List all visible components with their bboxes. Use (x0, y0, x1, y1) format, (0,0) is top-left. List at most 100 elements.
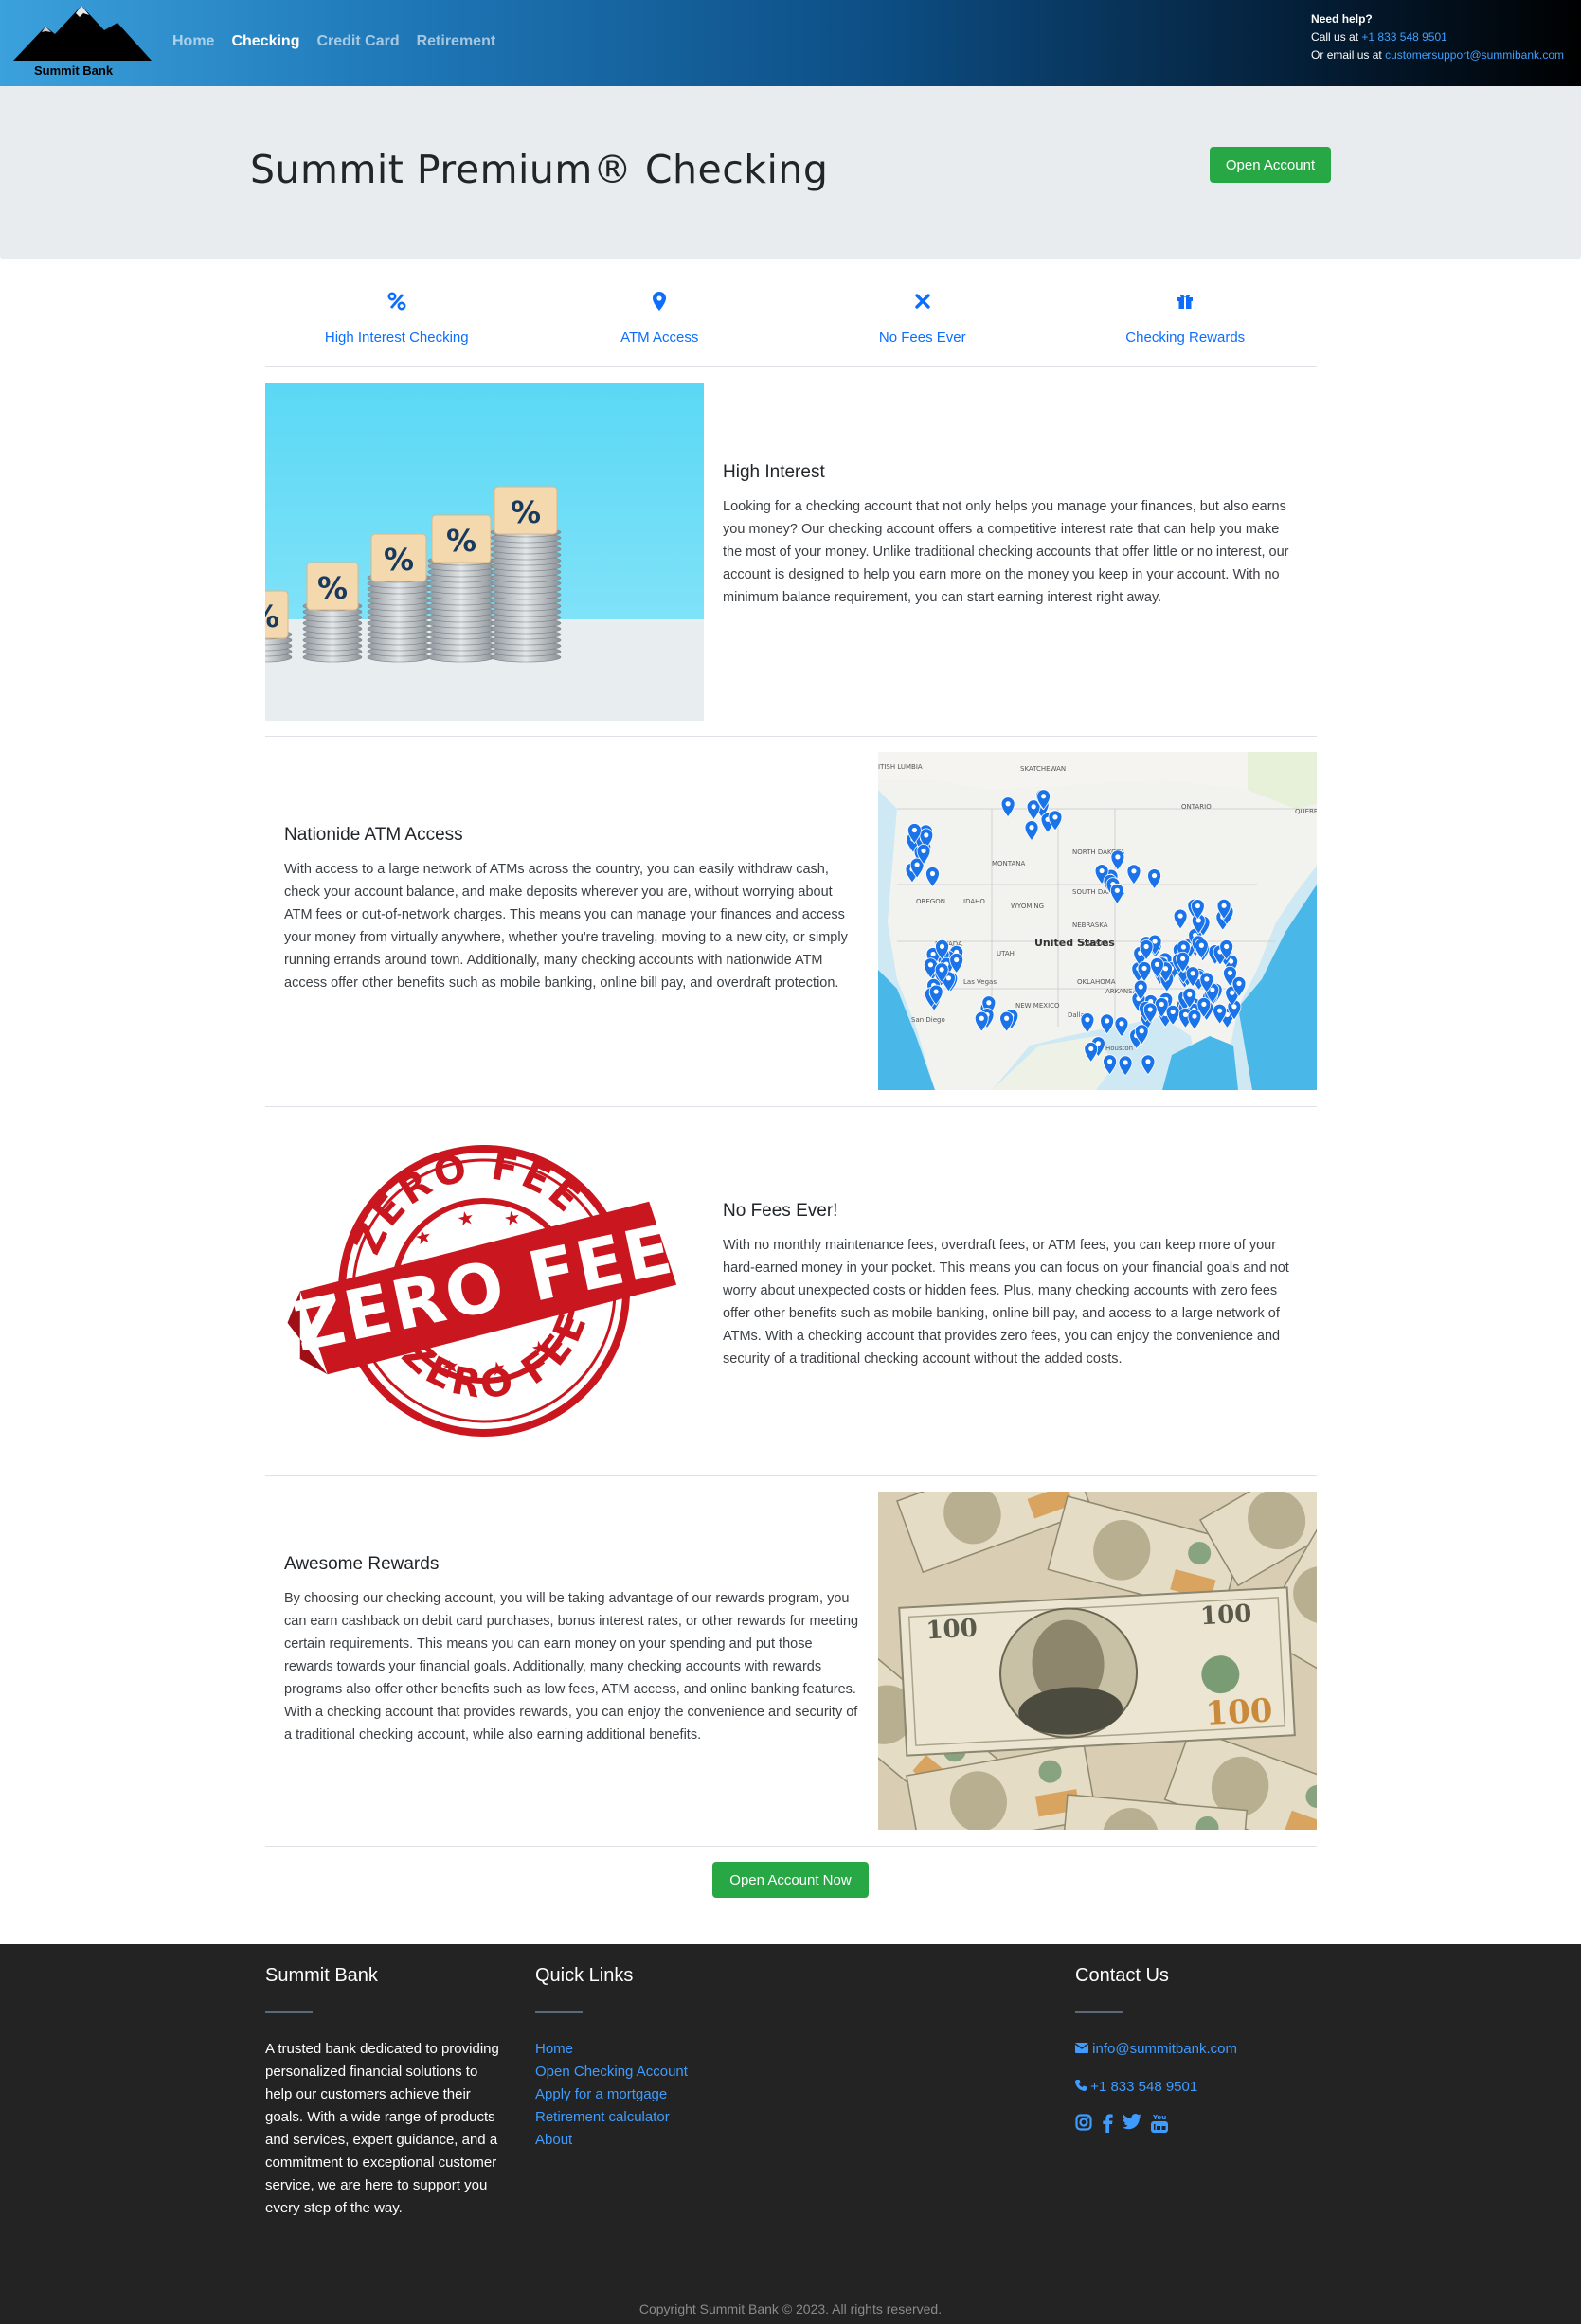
copyright-text: Copyright Summit Bank © 2023. All rights… (638, 2301, 943, 2316)
hero-banner: Summit Premium® Checking Open Account (0, 86, 1581, 259)
help-title: Need help? (1311, 12, 1373, 26)
map-label: Houston (1105, 1045, 1133, 1052)
nav-checking[interactable]: Checking (231, 33, 299, 50)
zero-fee-stamp-image: ZERO FEE ZERO FEE ★ ★ ★ ★ ★ ★ ZERO FEE (265, 1122, 704, 1460)
map-label: QUEBE (1295, 808, 1317, 815)
footer-link-retirement-calc[interactable]: Retirement calculator (535, 2106, 688, 2129)
map-country-label: United States (1034, 937, 1115, 949)
feature-rewards[interactable]: Checking Rewards (1054, 280, 1318, 366)
percent-block-text: % (446, 523, 476, 559)
map-label: San Diego (911, 1016, 945, 1024)
brand-name: Summit Bank (34, 63, 114, 78)
atm-map-image: MONTANA NORTH DAKOTA SOUTH DAKOTA WYOMING NE… (878, 752, 1317, 1090)
footer-phone-link[interactable]: +1 833 548 9501 (1075, 2076, 1237, 2099)
top-navbar: Summit Bank Home Checking Credit Card Re… (0, 0, 1581, 86)
footer-about: Summit Bank A trusted bank dedicated to … (265, 1965, 502, 2220)
footer-divider (265, 2011, 313, 2013)
section-body: By choosing our checking account, you wi… (284, 1591, 859, 1743)
section-body: Looking for a checking account that not … (723, 499, 1289, 605)
open-account-now-button[interactable]: Open Account Now (712, 1862, 869, 1898)
map-label: OKLAHOMA (1077, 978, 1116, 986)
footer-link-home[interactable]: Home (535, 2038, 688, 2061)
map-label: ONTARIO (1181, 803, 1212, 811)
facebook-icon[interactable] (1102, 2114, 1113, 2140)
footer-link-about[interactable]: About (535, 2129, 688, 2152)
svg-text:★: ★ (413, 1225, 434, 1249)
feature-label: High Interest Checking (324, 330, 469, 346)
footer: Summit Bank A trusted bank dedicated to … (0, 1944, 1581, 2324)
section-no-fees: ZERO FEE ZERO FEE ★ ★ ★ ★ ★ ★ ZERO FEE No Fe… (265, 1107, 1317, 1476)
feature-tabs: High Interest Checking ATM Access No Fee… (265, 280, 1317, 367)
percent-block-text: % (317, 570, 348, 606)
feature-atm-access[interactable]: ATM Access (529, 280, 792, 366)
bill-value-text: 100 (925, 1615, 979, 1646)
instagram-icon[interactable] (1075, 2114, 1092, 2140)
bill-value-text: 100 (1199, 1600, 1252, 1631)
map-label: SKATCHEWAN (1020, 765, 1066, 773)
percent-block-text: % (384, 542, 414, 578)
section-high-interest: %%%%% High Interest Looking for a checki… (265, 367, 1317, 737)
main-nav: Home Checking Credit Card Retirement (172, 33, 495, 50)
youtube-icon[interactable]: You (1151, 2114, 1168, 2140)
section-body: With access to a large network of ATMs a… (284, 862, 848, 991)
footer-about-title: Summit Bank (265, 1965, 378, 1986)
open-account-button[interactable]: Open Account (1210, 147, 1331, 183)
footer-contact-title: Contact Us (1075, 1965, 1169, 1986)
section-text: Awesome Rewards By choosing our checking… (284, 1554, 862, 1746)
nav-credit-card[interactable]: Credit Card (316, 33, 399, 50)
footer-divider (1075, 2011, 1123, 2013)
twitter-icon[interactable] (1123, 2114, 1141, 2140)
map-pin-icon (653, 292, 667, 311)
footer-email-text: info@summitbank.com (1092, 2041, 1237, 2057)
footer-link-open-checking[interactable]: Open Checking Account (535, 2061, 688, 2083)
map-label: WYOMING (1011, 903, 1044, 910)
brand-logo[interactable]: Summit Bank (13, 6, 153, 81)
mountain-logo-icon (13, 6, 152, 61)
x-icon (915, 294, 930, 309)
footer-about-text: A trusted bank dedicated to providing pe… (265, 2041, 499, 2216)
percent-block-text: % (511, 494, 541, 530)
bill-value-text: 100 (1204, 1691, 1273, 1733)
page-title: Summit Premium® Checking (250, 147, 829, 192)
help-email-line: Or email us at customersupport@summibank… (1311, 46, 1564, 64)
footer-link-mortgage[interactable]: Apply for a mortgage (535, 2083, 688, 2106)
svg-text:★: ★ (456, 1207, 476, 1231)
stamp-big-text: ZERO FEE (287, 1209, 680, 1368)
svg-text:You: You (1152, 2114, 1166, 2121)
help-phone-link[interactable]: +1 833 548 9501 (1361, 30, 1446, 44)
section-title: Nationide ATM Access (284, 825, 463, 845)
help-box: Need help? Call us at +1 833 548 9501 Or… (1311, 10, 1564, 64)
percent-block-text: % (265, 599, 279, 635)
nav-home[interactable]: Home (172, 33, 214, 50)
section-title: High Interest (723, 462, 825, 482)
map-label: Las Vegas (963, 978, 997, 986)
map-label: UTAH (997, 950, 1015, 957)
feature-label: ATM Access (620, 330, 699, 346)
envelope-icon (1074, 2043, 1089, 2053)
map-label: IDAHO (963, 898, 985, 905)
map-label: NEW MEXICO (1015, 1002, 1060, 1010)
feature-label: No Fees Ever (878, 330, 966, 346)
footer-quick-links: Quick Links Home Open Checking Account A… (535, 1965, 688, 2152)
footer-phone-text: +1 833 548 9501 (1090, 2079, 1198, 2095)
help-email-prefix: Or email us at (1311, 48, 1386, 62)
section-text: High Interest Looking for a checking acc… (723, 462, 1301, 609)
footer-links-title: Quick Links (535, 1965, 634, 1986)
feature-high-interest[interactable]: High Interest Checking (265, 280, 529, 366)
nav-retirement[interactable]: Retirement (417, 33, 496, 50)
feature-label: Checking Rewards (1125, 330, 1246, 346)
social-links: You (1075, 2114, 1237, 2140)
help-email-link[interactable]: customersupport@summibank.com (1385, 48, 1564, 62)
gift-icon (1177, 294, 1194, 309)
help-call-prefix: Call us at (1311, 30, 1362, 44)
footer-email-link[interactable]: info@summitbank.com (1074, 2038, 1237, 2061)
feature-no-fees[interactable]: No Fees Ever (791, 280, 1054, 366)
money-bills-image: 100 100 100 (878, 1492, 1317, 1830)
section-body: With no monthly maintenance fees, overdr… (723, 1238, 1289, 1367)
section-title: No Fees Ever! (723, 1201, 838, 1221)
percent-icon (387, 292, 406, 311)
coins-percent-image: %%%%% (265, 383, 704, 721)
map-label: MONTANA (992, 860, 1026, 867)
footer-divider (535, 2011, 583, 2013)
section-atm-access: Nationide ATM Access With access to a la… (265, 737, 1317, 1107)
